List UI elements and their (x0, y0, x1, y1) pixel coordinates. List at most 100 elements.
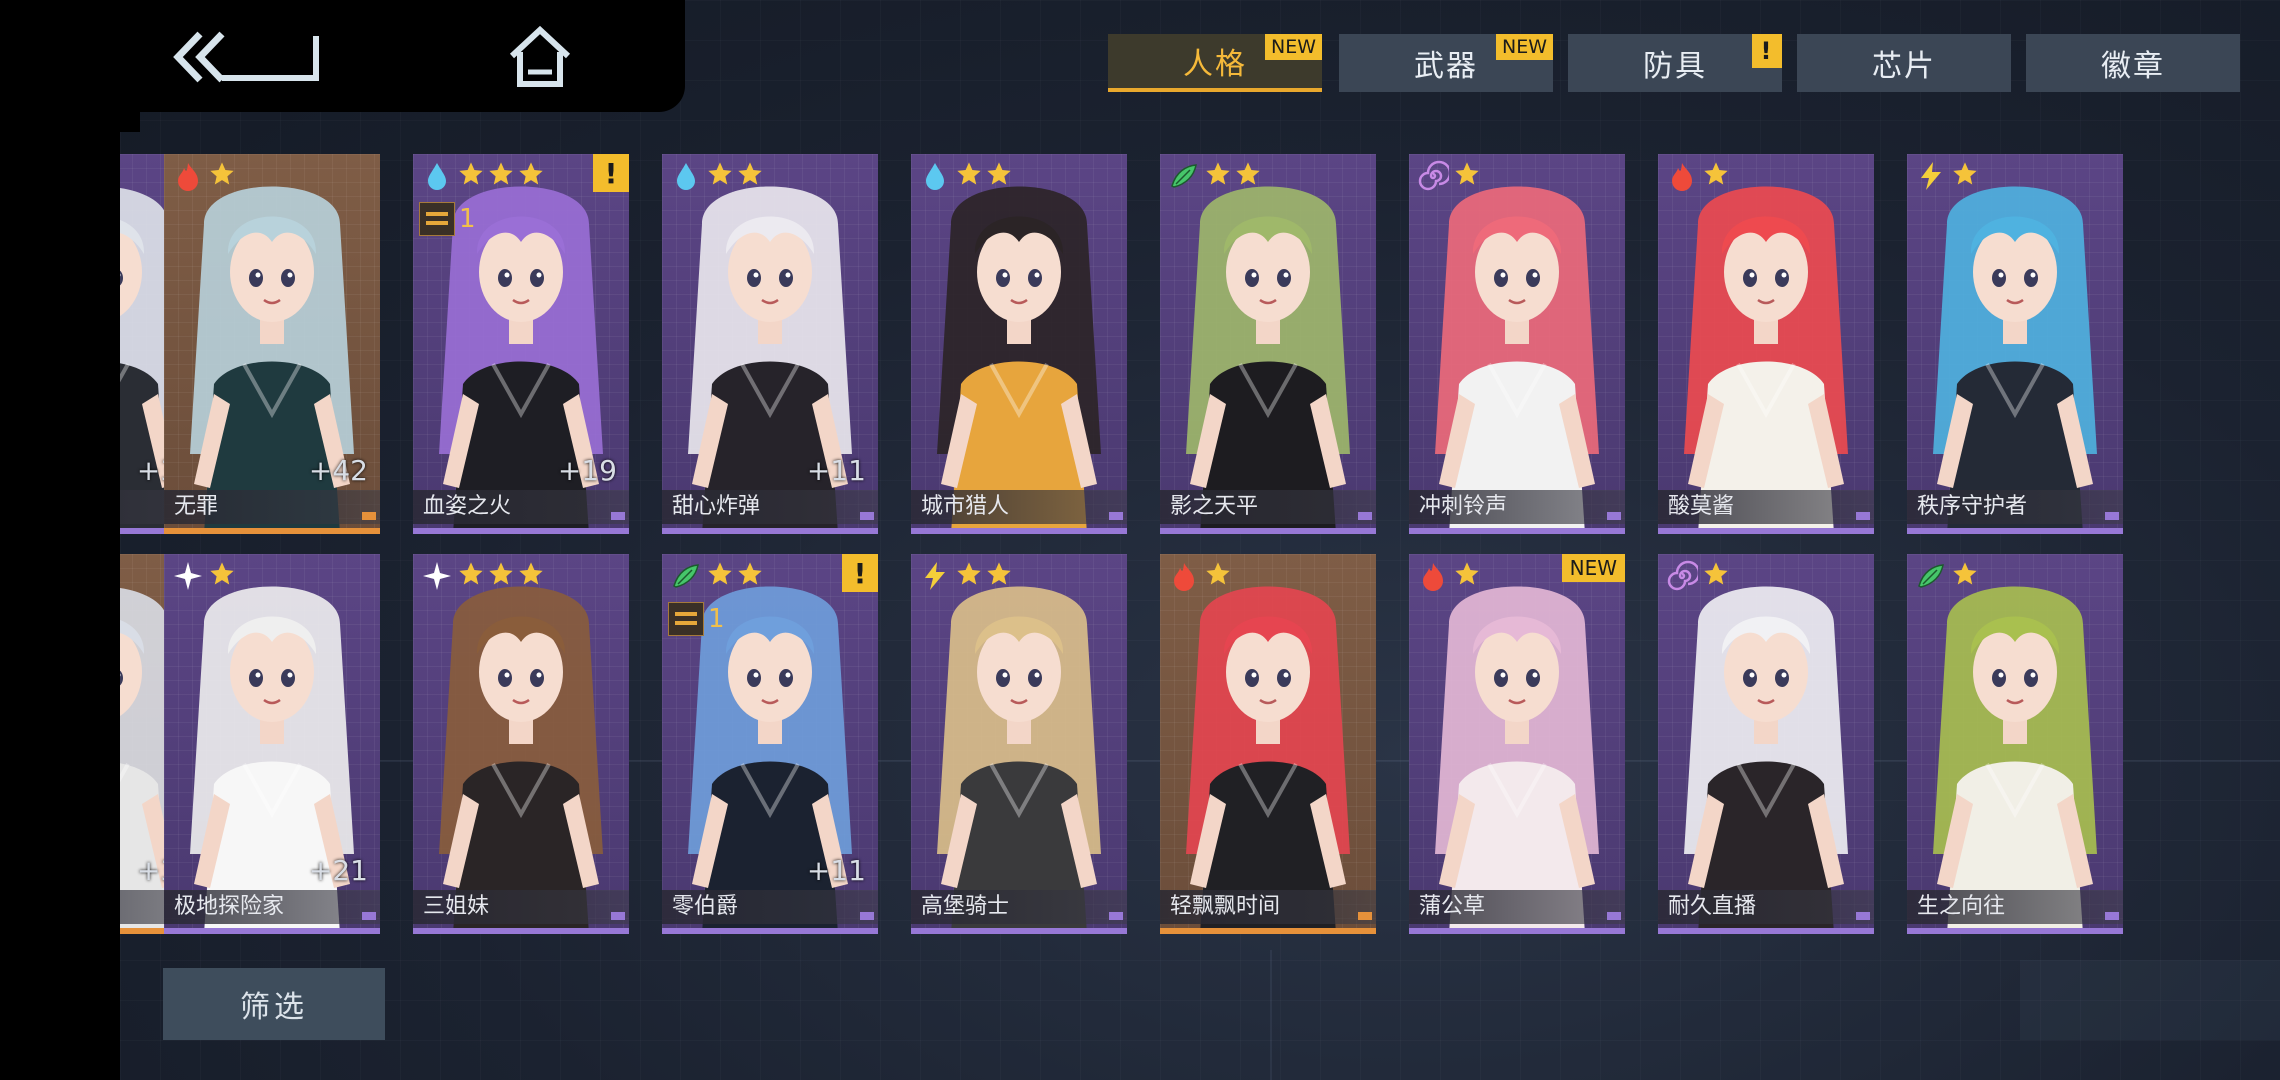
leaf-element-icon (1171, 164, 1197, 188)
rarity-bar (662, 928, 878, 934)
character-portrait (1933, 186, 2097, 534)
character-card[interactable]: 酸莫酱 (1658, 154, 1874, 534)
spiral-element-icon (1667, 560, 1698, 591)
water-element-icon (926, 163, 944, 190)
fire-element-icon (1174, 563, 1194, 591)
star-icon (459, 162, 483, 185)
star-icon (1953, 162, 1977, 185)
leaf-element-icon (1918, 564, 1944, 588)
fire-element-icon (1423, 563, 1443, 591)
character-card[interactable]: ! 1 +19 血姿之火 (413, 154, 629, 534)
back-button[interactable] (170, 22, 330, 92)
character-card[interactable]: 轻飘飘时间 (1160, 554, 1376, 934)
character-portrait (1684, 186, 1848, 534)
star-icon (708, 162, 732, 185)
tab-3[interactable]: 芯片 (1797, 34, 2011, 92)
star-rating (1453, 160, 1481, 192)
star-rating (1702, 160, 1730, 192)
home-button[interactable] (500, 22, 580, 92)
character-grid: +35+42无罪!1+19血姿之火+11甜心炸弹城市猎人影之天平冲刺铃声酸莫酱秩… (120, 150, 2280, 940)
star-rating (1702, 560, 1730, 592)
star-icon (459, 562, 483, 585)
top-nav-bar (0, 0, 685, 112)
character-card[interactable]: +42 无罪 (164, 154, 380, 534)
filter-button[interactable]: 筛选 (163, 968, 385, 1040)
character-name: 零伯爵 (662, 890, 878, 924)
bolt-element-icon (1921, 162, 1941, 190)
character-card[interactable]: NEW 蒲公草 (1409, 554, 1625, 934)
rarity-bar (1409, 928, 1625, 934)
star-rating (1204, 560, 1232, 592)
rarity-bar (1160, 928, 1376, 934)
character-card[interactable]: 三姐妹 (413, 554, 629, 934)
star-rating (1204, 160, 1262, 192)
alert-badge: ! (842, 554, 878, 592)
star-icon (957, 162, 981, 185)
enhance-level: +19 (557, 454, 617, 487)
enhance-level: +11 (806, 854, 866, 887)
rarity-mark (1109, 912, 1123, 920)
rarity-mark (860, 512, 874, 520)
character-name: 轻飘飘时间 (1160, 890, 1376, 924)
star-rating (1951, 160, 1979, 192)
character-name: 甜心炸弹 (662, 490, 878, 524)
decor-line (1270, 950, 1272, 1080)
rarity-mark (611, 512, 625, 520)
topbar-corner (120, 112, 140, 132)
character-name: 城市猎人 (911, 490, 1127, 524)
star-rating (1951, 560, 1979, 592)
tab-label: 人格 (1183, 47, 1247, 82)
star-icon (1455, 162, 1479, 185)
bolt-element-icon (925, 562, 945, 590)
star-icon (1206, 162, 1230, 185)
character-card[interactable]: 生之向往 (1907, 554, 2123, 934)
rarity-mark (1358, 512, 1372, 520)
star-rating (208, 560, 236, 592)
character-portrait (937, 586, 1101, 934)
character-card[interactable]: 城市猎人 (911, 154, 1127, 534)
star-rating (208, 160, 236, 192)
character-name: 血姿之火 (413, 490, 629, 524)
character-card[interactable]: +11 甜心炸弹 (662, 154, 878, 534)
fragment-counter: 1 (419, 202, 476, 236)
tab-1[interactable]: 武器 NEW (1339, 34, 1553, 92)
alert-badge: ! (593, 154, 629, 192)
enhance-level: +42 (308, 454, 368, 487)
character-card[interactable]: 耐久直播 (1658, 554, 1874, 934)
water-element-icon (677, 163, 695, 190)
character-portrait (1435, 586, 1599, 934)
star-icon (519, 162, 543, 185)
enhance-level: +11 (806, 454, 866, 487)
fragment-icon (668, 602, 704, 636)
star-rating (1453, 560, 1481, 592)
character-card[interactable]: 高堡骑士 (911, 554, 1127, 934)
character-card[interactable]: +21 极地探险家 (164, 554, 380, 934)
tab-4[interactable]: 徽章 (2026, 34, 2240, 92)
character-name: 秩序守护者 (1907, 490, 2123, 524)
tab-0[interactable]: 人格 NEW (1108, 34, 1322, 92)
star-icon (987, 562, 1011, 585)
character-name: 高堡骑士 (911, 890, 1127, 924)
rarity-bar (164, 528, 380, 534)
character-card[interactable]: ! 1 +11 零伯爵 (662, 554, 878, 934)
rarity-bar (1658, 528, 1874, 534)
character-portrait (439, 586, 603, 934)
character-card[interactable]: 冲刺铃声 (1409, 154, 1625, 534)
new-badge: NEW (1561, 554, 1625, 582)
star-icon (957, 562, 981, 585)
rarity-mark (362, 512, 376, 520)
star-icon (489, 162, 513, 185)
star-icon (519, 562, 543, 585)
tab-2[interactable]: 防具! (1568, 34, 1782, 92)
rarity-bar (1160, 528, 1376, 534)
fragment-counter: 1 (668, 602, 725, 636)
star-icon (489, 562, 513, 585)
tab-label: 芯片 (1872, 49, 1936, 84)
star-icon (1704, 162, 1728, 185)
character-card[interactable]: 影之天平 (1160, 154, 1376, 534)
new-badge: NEW (1264, 34, 1322, 60)
star-icon (738, 162, 762, 185)
star-icon (738, 562, 762, 585)
star-icon (1704, 562, 1728, 585)
character-card[interactable]: 秩序守护者 (1907, 154, 2123, 534)
